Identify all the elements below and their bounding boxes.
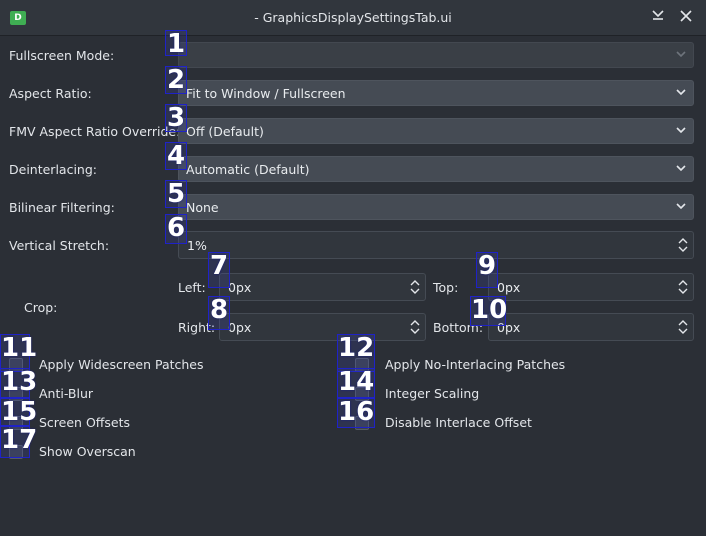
spin-arrows-icon[interactable] — [678, 318, 688, 336]
annotation-marker-7: 7 — [208, 252, 230, 288]
aspect-ratio-value: Fit to Window / Fullscreen — [186, 86, 346, 101]
chevron-down-icon — [676, 165, 686, 172]
bilinear-filtering-value: None — [186, 200, 219, 215]
crop-top-value: 0px — [497, 280, 521, 295]
fullscreen-mode-label: Fullscreen Mode: — [9, 48, 115, 63]
window-title: - GraphicsDisplaySettingsTab.ui — [254, 10, 452, 25]
minimize-chevron-icon[interactable] — [648, 8, 668, 28]
deinterlacing-value: Automatic (Default) — [186, 162, 310, 177]
annotation-marker-8: 8 — [208, 296, 230, 330]
annotation-marker-15: 15 — [0, 397, 38, 427]
bilinear-filtering-combobox[interactable]: None — [178, 194, 694, 220]
bilinear-filtering-label: Bilinear Filtering: — [9, 200, 115, 215]
annotation-marker-10: 10 — [470, 295, 508, 326]
crop-right-spinbox[interactable]: 0px — [219, 313, 426, 341]
deinterlacing-label: Deinterlacing: — [9, 162, 97, 177]
chevron-down-icon — [676, 203, 686, 210]
disable-interlace-offset-label: Disable Interlace Offset — [385, 415, 532, 430]
crop-right-value: 0px — [228, 320, 252, 335]
show-overscan-label: Show Overscan — [39, 444, 136, 459]
vertical-stretch-label: Vertical Stretch: — [9, 238, 110, 253]
crop-label: Crop: — [24, 300, 58, 315]
crop-bottom-spinbox[interactable]: 0px — [488, 313, 694, 341]
annotation-marker-4: 4 — [165, 141, 187, 171]
annotation-marker-6: 6 — [165, 213, 187, 244]
crop-left-value: 0px — [228, 280, 252, 295]
fullscreen-mode-combobox[interactable] — [178, 42, 694, 68]
annotation-marker-3: 3 — [165, 103, 187, 133]
integer-scaling-label: Integer Scaling — [385, 386, 480, 401]
annotation-marker-9: 9 — [476, 252, 498, 288]
title-bar: D - GraphicsDisplaySettingsTab.ui — [0, 0, 706, 36]
spin-arrows-icon[interactable] — [410, 278, 420, 296]
no-interlacing-patches-label: Apply No-Interlacing Patches — [385, 357, 566, 372]
annotation-marker-13: 13 — [0, 367, 38, 398]
aspect-ratio-label: Aspect Ratio: — [9, 86, 92, 101]
chevron-down-icon — [676, 51, 686, 58]
crop-left-spinbox[interactable]: 0px — [219, 273, 426, 301]
spin-arrows-icon[interactable] — [678, 278, 688, 296]
crop-top-spinbox[interactable]: 0px — [488, 273, 694, 301]
chevron-down-icon — [676, 127, 686, 134]
spin-arrows-icon[interactable] — [678, 236, 688, 254]
crop-left-label: Left: — [178, 280, 206, 295]
deinterlacing-combobox[interactable]: Automatic (Default) — [178, 156, 694, 182]
fmv-aspect-ratio-label: FMV Aspect Ratio Override: — [9, 124, 181, 139]
widescreen-patches-label: Apply Widescreen Patches — [39, 357, 204, 372]
vertical-stretch-value: 1% — [187, 238, 207, 253]
chevron-down-icon — [676, 89, 686, 96]
vertical-stretch-spinbox[interactable]: 1% — [178, 231, 694, 259]
annotation-marker-5: 5 — [165, 179, 187, 209]
aspect-ratio-combobox[interactable]: Fit to Window / Fullscreen — [178, 80, 694, 106]
annotation-marker-2: 2 — [165, 65, 187, 95]
fmv-aspect-ratio-combobox[interactable]: Off (Default) — [178, 118, 694, 144]
crop-top-label: Top: — [433, 280, 459, 295]
annotation-marker-16: 16 — [337, 397, 375, 428]
spin-arrows-icon[interactable] — [410, 318, 420, 336]
screen-offsets-label: Screen Offsets — [39, 415, 131, 430]
fmv-aspect-ratio-value: Off (Default) — [186, 124, 264, 139]
annotation-marker-14: 14 — [337, 367, 375, 398]
annotation-marker-17: 17 — [0, 426, 37, 458]
close-icon[interactable] — [676, 8, 696, 28]
annotation-marker-1: 1 — [165, 29, 187, 59]
anti-blur-label: Anti-Blur — [39, 386, 94, 401]
